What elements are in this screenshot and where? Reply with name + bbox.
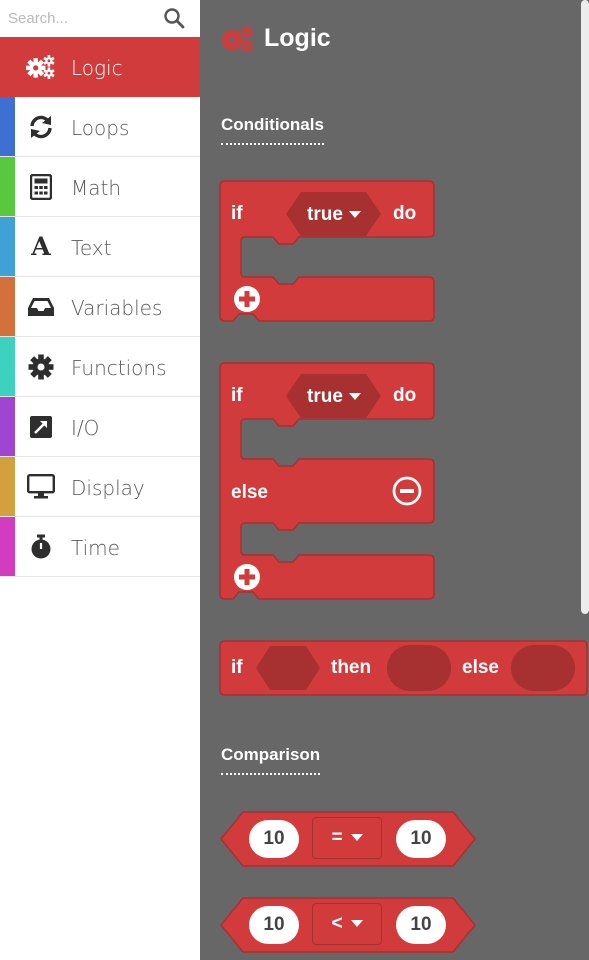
do-label: do [393,203,417,224]
search-input[interactable] [8,4,158,32]
ternary-block[interactable] [219,640,589,696]
section-comparison: Comparison [221,745,321,775]
category-label: Functions [71,356,167,380]
category-color-stripe [0,217,15,276]
category-io[interactable]: I/O [0,397,200,457]
condition-value: true [307,386,343,407]
left-number-input[interactable]: 10 [249,906,299,944]
flyout-title: Logic [264,24,331,52]
category-label: Math [71,176,122,200]
category-label: Variables [71,296,163,320]
right-number-input[interactable]: 10 [396,820,446,858]
else-label: else [462,657,499,678]
search-icon[interactable] [162,6,186,30]
category-color-stripe [0,397,15,456]
stopwatch-icon [26,533,56,561]
category-text[interactable]: A Text [0,217,200,277]
search-bar [0,0,200,37]
condition-value: true [307,204,343,225]
caret-down-icon [350,834,363,841]
caret-down-icon [348,393,361,400]
category-label: Display [71,476,145,500]
condition-dropdown[interactable]: true [299,384,369,410]
then-label: then [331,657,372,678]
plus-icon[interactable] [232,562,262,592]
condition-dropdown[interactable]: true [299,202,369,228]
category-logic[interactable]: Logic [0,37,200,97]
category-label: Time [71,536,120,560]
category-color-stripe [0,277,15,336]
category-color-stripe [0,337,15,396]
inbox-icon [26,293,56,321]
then-value-slot[interactable] [387,645,451,691]
category-functions[interactable]: Functions [0,337,200,397]
if-label: if [231,203,243,224]
category-math[interactable]: Math [0,157,200,217]
do-label: do [393,385,417,406]
operator-value: = [331,827,343,848]
operator-dropdown[interactable]: < [312,903,382,945]
operator-value: < [331,913,343,934]
gears-icon [221,25,254,53]
calculator-icon [26,173,56,201]
caret-down-icon [348,211,361,218]
category-color-stripe [0,97,15,156]
left-number-input[interactable]: 10 [249,820,299,858]
toolbox-sidebar: Logic Loops [0,0,200,960]
text-icon: A [31,232,51,261]
if-label: if [231,657,243,678]
category-list: Logic Loops Math A Text Variables Functi… [0,37,200,577]
right-number-input[interactable]: 10 [396,906,446,944]
category-color-stripe [0,517,15,576]
else-label: else [231,482,268,503]
category-label: I/O [71,416,100,440]
section-conditionals: Conditionals [221,115,324,145]
category-label: Logic [71,56,123,80]
category-label: Text [71,236,112,260]
if-label: if [231,385,243,406]
category-label: Loops [71,116,130,140]
external-link-icon [26,413,56,441]
category-time[interactable]: Time [0,517,200,577]
category-variables[interactable]: Variables [0,277,200,337]
category-display[interactable]: Display [0,457,200,517]
refresh-icon [26,113,56,141]
operator-dropdown[interactable]: = [312,817,382,859]
caret-down-icon [350,920,363,927]
minus-icon[interactable] [392,476,422,506]
else-value-slot[interactable] [511,645,575,691]
gear-icon [26,353,56,381]
monitor-icon [26,473,56,501]
gears-icon [26,53,56,81]
category-loops[interactable]: Loops [0,97,200,157]
plus-icon[interactable] [232,284,262,314]
category-color-stripe [0,457,15,516]
category-color-stripe [0,157,15,216]
flyout-scrollbar[interactable] [581,0,589,614]
